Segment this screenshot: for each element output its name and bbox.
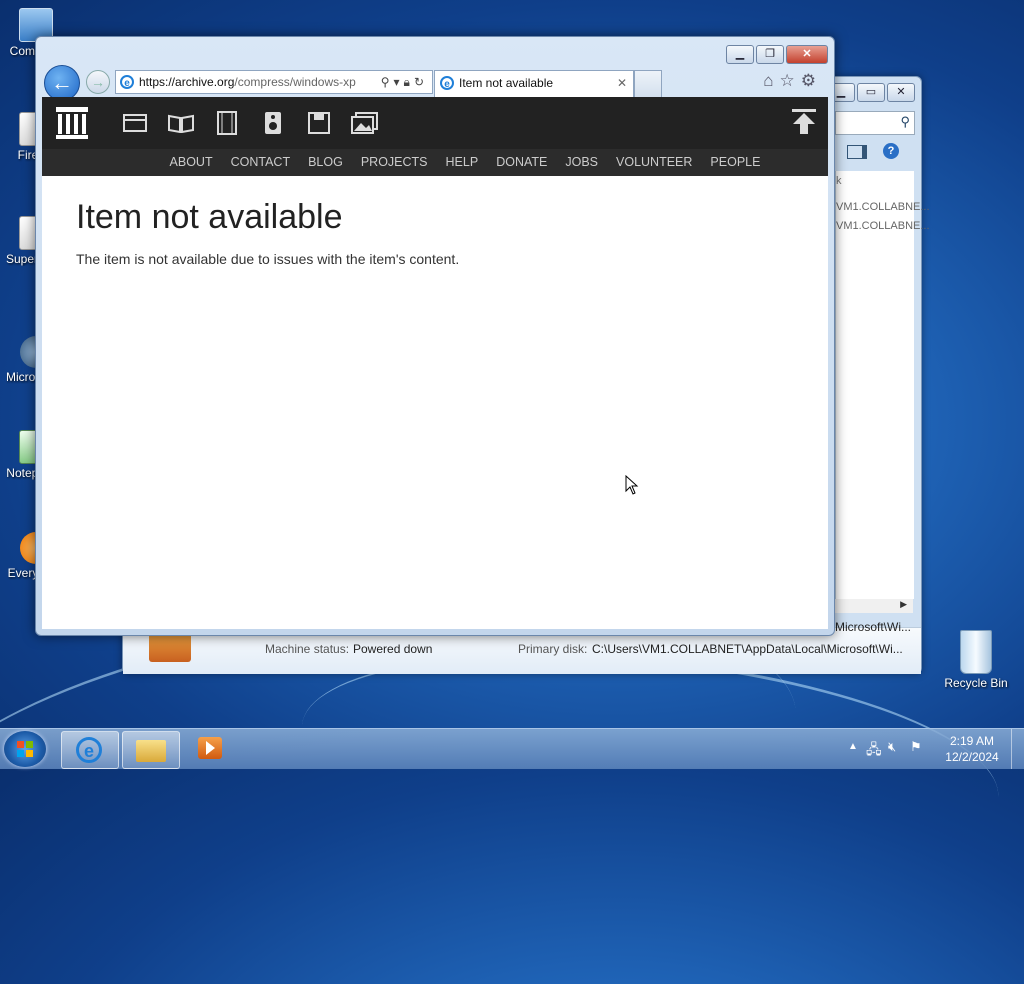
page-body: Item not available The item is not avail… xyxy=(42,198,828,267)
software-floppy-icon[interactable] xyxy=(296,111,342,135)
restore-button[interactable]: ❐ xyxy=(756,45,784,64)
menu-contact[interactable]: CONTACT xyxy=(222,149,300,176)
help-icon[interactable]: ? xyxy=(883,143,899,159)
clock-time: 2:19 AM xyxy=(949,734,995,748)
new-tab-button[interactable] xyxy=(634,70,662,98)
start-button[interactable] xyxy=(4,731,46,767)
minimize-button[interactable]: ▁ xyxy=(726,45,754,64)
taskbar: e ▲ 🖧 🔇︎ ⚑ 2:19 AM 12/2/2024 xyxy=(0,728,1024,769)
page-title: Item not available xyxy=(76,198,343,236)
address-controls[interactable]: ⚲▾🔒︎↻ xyxy=(376,71,428,93)
primary-disk-label: Primary disk: xyxy=(518,642,588,656)
forward-button[interactable]: → xyxy=(86,70,110,94)
ie-tab-icon: e xyxy=(440,76,454,90)
desktop-icon-recycle-bin[interactable]: Recycle Bin xyxy=(940,630,1012,690)
address-url: https://archive.org/compress/windows-xp xyxy=(139,75,356,89)
clock-date: 12/2/2024 xyxy=(945,750,999,764)
file-list: k VM1.COLLABNE... VM1.COLLABNE... xyxy=(835,171,930,599)
disk-path-value: Microsoft\Wi... xyxy=(835,620,912,634)
windows-logo-icon xyxy=(17,741,33,757)
tab-close-icon[interactable]: ✕ xyxy=(617,71,627,95)
search-icon[interactable]: ⚲ xyxy=(381,75,394,89)
menu-help[interactable]: HELP xyxy=(437,149,488,176)
search-icon: ⚲ xyxy=(900,114,910,129)
volume-muted-icon[interactable]: 🔇︎ xyxy=(888,739,896,755)
media-type-icons xyxy=(112,111,388,135)
taskbar-ie-button[interactable]: e xyxy=(61,731,119,769)
upload-icon[interactable] xyxy=(792,109,816,135)
list-fragment: k xyxy=(836,175,842,187)
pane-icon[interactable] xyxy=(847,145,867,164)
browser-window[interactable]: ▁ ❐ ✕ ← → e https://archive.org/compress… xyxy=(35,36,835,636)
tab-item-not-available[interactable]: e Item not available ✕ xyxy=(434,70,634,97)
show-desktop-button[interactable] xyxy=(1011,729,1024,769)
archive-logo-icon[interactable] xyxy=(56,107,88,139)
system-tray: ▲ 🖧 🔇︎ ⚑ 2:19 AM 12/2/2024 xyxy=(844,729,1024,769)
home-icon[interactable]: ⌂ xyxy=(763,71,779,90)
window-controls: ▁ ❐ ✕ xyxy=(726,45,828,64)
primary-disk-value: C:\Users\VM1.COLLABNET\AppData\Local\Mic… xyxy=(592,642,903,656)
ie-icon: e xyxy=(76,737,102,763)
desktop-icon-label: Recycle Bin xyxy=(944,676,1008,690)
close-button[interactable]: ✕ xyxy=(786,45,828,64)
taskbar-explorer-button[interactable] xyxy=(122,731,180,769)
tab-title: Item not available xyxy=(459,76,554,90)
network-icon[interactable]: 🖧 xyxy=(866,739,882,763)
machine-status-value: Powered down xyxy=(353,642,433,656)
menu-volunteer[interactable]: VOLUNTEER xyxy=(607,149,701,176)
lock-icon[interactable]: 🔒︎ xyxy=(404,75,414,89)
show-hidden-icons-icon[interactable]: ▲ xyxy=(848,741,858,752)
close-button[interactable]: ✕ xyxy=(887,83,915,102)
maximize-button[interactable]: ▭ xyxy=(857,83,885,102)
menu-donate[interactable]: DONATE xyxy=(487,149,556,176)
texts-book-icon[interactable] xyxy=(158,111,204,135)
site-header: ABOUT CONTACT BLOG PROJECTS HELP DONATE … xyxy=(42,97,828,176)
mouse-cursor-icon xyxy=(625,475,639,495)
action-center-flag-icon[interactable]: ⚑ xyxy=(910,739,922,755)
taskbar-media-player-icon[interactable] xyxy=(198,737,222,759)
page-content: ABOUT CONTACT BLOG PROJECTS HELP DONATE … xyxy=(42,97,828,629)
browser-tools: ⌂☆⚙ xyxy=(763,71,822,91)
audio-speaker-icon[interactable] xyxy=(250,111,296,135)
page-message: The item is not available due to issues … xyxy=(76,251,460,267)
images-icon[interactable] xyxy=(342,111,388,135)
machine-status-label: Machine status: xyxy=(265,642,350,656)
list-item[interactable]: VM1.COLLABNE... xyxy=(836,201,930,213)
list-item[interactable]: VM1.COLLABNE... xyxy=(836,220,930,232)
horizontal-scrollbar[interactable]: ▶ xyxy=(835,599,913,613)
settings-gear-icon[interactable]: ⚙ xyxy=(801,71,822,90)
menu-people[interactable]: PEOPLE xyxy=(701,149,769,176)
menu-jobs[interactable]: JOBS xyxy=(556,149,607,176)
video-film-icon[interactable] xyxy=(204,111,250,135)
ie-page-icon: e xyxy=(120,75,134,89)
back-button[interactable]: ← xyxy=(44,65,80,101)
clock[interactable]: 2:19 AM 12/2/2024 xyxy=(942,733,1002,765)
menu-projects[interactable]: PROJECTS xyxy=(352,149,437,176)
address-bar[interactable]: e https://archive.org/compress/windows-x… xyxy=(115,70,433,94)
recycle-bin-icon xyxy=(960,630,992,674)
vm-icon xyxy=(149,632,191,662)
favorites-star-icon[interactable]: ☆ xyxy=(780,71,801,90)
dropdown-icon[interactable]: ▾ xyxy=(394,75,404,89)
window-controls: ▁ ▭ ✕ xyxy=(827,83,915,102)
web-icon[interactable] xyxy=(112,111,158,135)
menu-about[interactable]: ABOUT xyxy=(161,149,222,176)
refresh-icon[interactable]: ↻ xyxy=(414,75,428,89)
search-input[interactable]: ⚲ xyxy=(835,111,915,135)
folder-icon xyxy=(136,740,166,762)
site-menu: ABOUT CONTACT BLOG PROJECTS HELP DONATE … xyxy=(42,149,828,176)
menu-blog[interactable]: BLOG xyxy=(299,149,352,176)
